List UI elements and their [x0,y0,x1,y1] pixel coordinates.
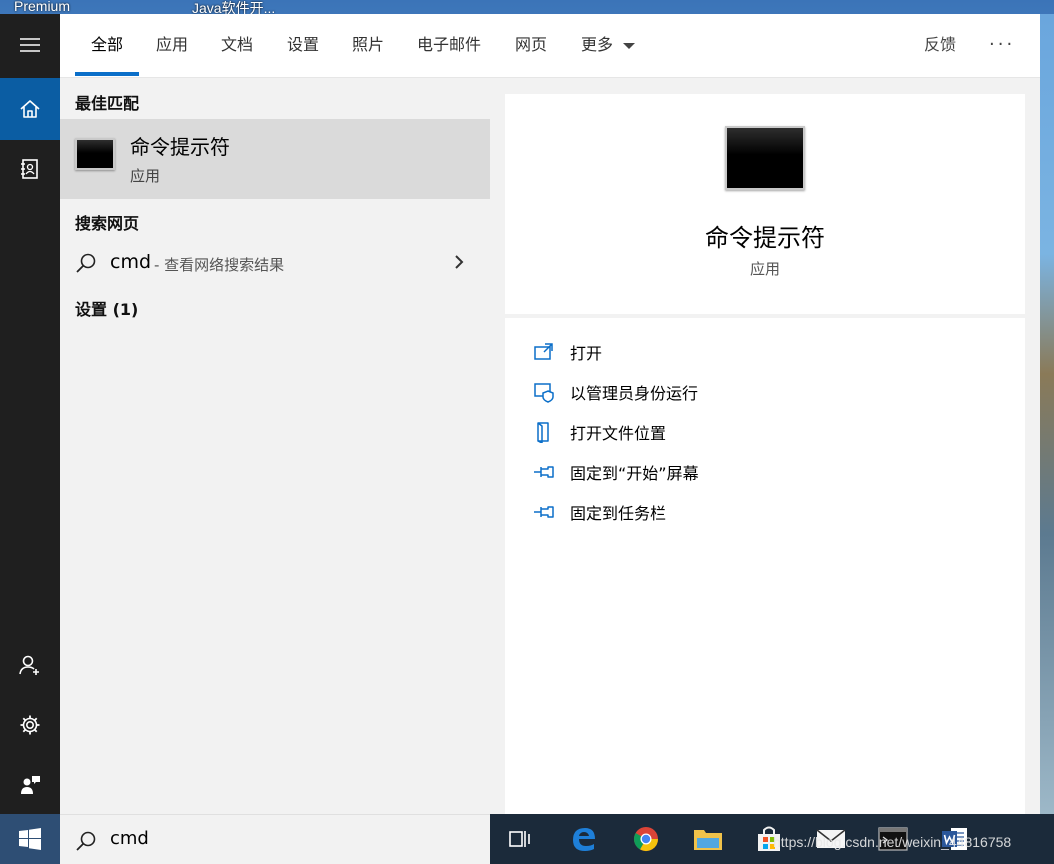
shield-icon [534,383,554,403]
ellipsis-icon[interactable]: ··· [989,14,1015,78]
start-button[interactable] [0,814,60,864]
web-search-query: cmd [110,251,152,273]
task-view-icon [509,831,530,847]
chevron-down-icon [623,42,636,49]
folder-icon [694,830,722,850]
action-run-as-admin-label: 以管理员身份运行 [570,384,699,403]
feedback-button[interactable]: 反馈 [924,14,956,78]
edge-icon [573,828,595,851]
tab-web[interactable]: 网页 [515,14,547,78]
user-add-icon [19,655,39,675]
edge-browser-button[interactable] [567,822,601,856]
action-open[interactable]: 打开 [533,336,993,368]
start-left-rail [0,14,60,814]
settings-group-heading[interactable]: 设置 (1) [75,296,138,320]
tab-email[interactable]: 电子邮件 [417,14,481,78]
person-feedback-icon [21,776,40,794]
notebook-button[interactable] [0,138,60,200]
tab-photos[interactable]: 照片 [352,14,384,78]
action-open-file-location[interactable]: 打开文件位置 [533,416,993,448]
desktop-icon-label[interactable]: Premium [14,0,70,14]
cmd-app-large-icon [725,126,805,190]
tab-documents[interactable]: 文档 [221,14,253,78]
taskbar-search-box[interactable] [60,814,490,864]
tab-bar: 全部 应用 文档 设置 照片 电子邮件 网页 更多 反馈 ··· [60,14,1040,78]
detail-app-type: 应用 [749,260,780,278]
action-open-file-location-label: 打开文件位置 [570,424,667,443]
results-list: 最佳匹配 命令提示符 应用 搜索网页 cmd - 查看网络搜索结果 设置 (1) [60,78,490,814]
search-panel: 全部 应用 文档 设置 照片 电子邮件 网页 更多 反馈 ··· 最佳匹配 命令… [60,14,1040,814]
task-view-button[interactable] [503,822,537,856]
tab-all[interactable]: 全部 [91,14,123,78]
chevron-right-icon[interactable] [452,254,466,270]
action-pin-to-taskbar-label: 固定到任务栏 [570,504,667,523]
best-match-item[interactable]: 命令提示符 应用 [60,119,490,199]
best-match-heading: 最佳匹配 [75,94,140,113]
search-icon [76,253,96,273]
web-search-suffix: - 查看网络搜索结果 [154,256,285,274]
best-match-type: 应用 [130,167,161,185]
feedback-hub-button[interactable] [0,754,60,816]
web-search-heading: 搜索网页 [75,214,140,233]
detail-actions-list: 打开 以管理员身份运行 打开文件位置 固定到“开始”屏幕 固定到任务栏 [505,318,1025,814]
web-search-item[interactable]: cmd - 查看网络搜索结果 [60,242,490,282]
action-pin-to-start[interactable]: 固定到“开始”屏幕 [533,456,993,488]
action-open-label: 打开 [570,344,603,363]
pin-icon [534,466,554,478]
detail-app-name: 命令提示符 [705,224,825,252]
tab-apps[interactable]: 应用 [156,14,188,78]
watermark-text: https://blog.csdn.net/weixin_44816758 [773,834,1012,850]
active-tab-indicator [75,72,139,76]
tab-settings[interactable]: 设置 [287,14,319,78]
settings-button[interactable] [0,694,60,756]
gear-icon [20,715,40,735]
search-input[interactable] [110,828,470,849]
desktop-edge [1040,14,1054,814]
tab-more[interactable]: 更多 [581,14,636,78]
search-icon [76,831,96,851]
account-button[interactable] [0,634,60,696]
pin-icon [534,506,554,518]
file-explorer-button[interactable] [691,822,725,856]
home-button[interactable] [0,78,60,140]
detail-pane: 命令提示符 应用 打开 以管理员身份运行 打开文件位置 固定到“开始”屏幕 固定… [505,94,1025,814]
tab-more-label: 更多 [581,35,614,54]
cmd-app-icon [75,138,115,170]
chrome-browser-button[interactable] [629,822,663,856]
file-location-icon [537,422,549,443]
action-pin-to-start-label: 固定到“开始”屏幕 [570,464,699,483]
notebook-icon [21,159,38,179]
open-icon [534,343,553,360]
home-icon [20,100,40,118]
detail-header: 命令提示符 应用 [505,94,1025,314]
action-run-as-admin[interactable]: 以管理员身份运行 [533,376,993,408]
action-pin-to-taskbar[interactable]: 固定到任务栏 [533,496,993,528]
hamburger-menu-button[interactable] [0,14,60,76]
best-match-name: 命令提示符 [130,135,230,159]
chrome-icon [633,827,658,852]
hamburger-icon [20,38,40,52]
windows-logo-icon [19,828,41,850]
